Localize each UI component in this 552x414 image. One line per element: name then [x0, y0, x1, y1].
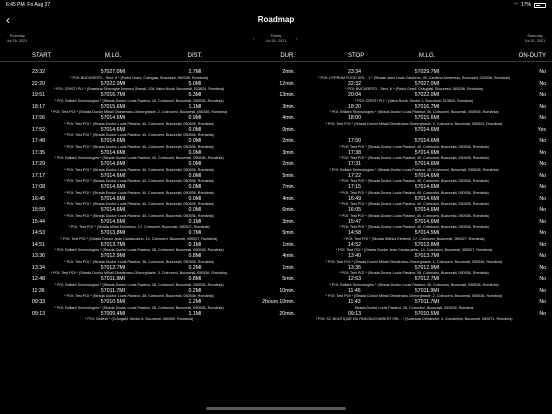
column-mileage: M.LG. — [104, 53, 122, 59]
column-on-duty: ON-DUTY — [518, 53, 546, 59]
column-start: START — [32, 53, 52, 59]
column-stop: STOP — [348, 53, 365, 59]
table-header: START M.LG. DIST. DUR. STOP M.LG. ON-DUT… — [0, 51, 552, 62]
next-day-button[interactable]: Saturday Jul 31, 2021 — [518, 34, 552, 44]
column-stop-mileage: M.LG. — [418, 53, 436, 59]
current-day: Friday Jul 30, 2021 — [265, 34, 287, 43]
wifi-icon: ◠ — [513, 2, 518, 8]
chevron-right-icon[interactable]: › — [296, 36, 298, 41]
home-indicator[interactable] — [206, 407, 346, 410]
battery-icon — [534, 2, 546, 8]
battery-percent: 17% — [520, 2, 531, 8]
status-right: ◠ 17% — [514, 2, 546, 8]
date-navigator: Thursday Jul 29, 2021 ‹ Friday Jul 30, 2… — [0, 32, 552, 46]
status-time: 6:45 PM Fri Aug 27 — [6, 2, 51, 8]
page-title: Roadmap — [257, 15, 295, 24]
chevron-left-icon[interactable]: ‹ — [253, 36, 255, 41]
status-bar: 6:45 PM Fri Aug 27 ◠ 17% — [0, 0, 552, 10]
column-distance: DIST. — [187, 53, 203, 59]
previous-day-button[interactable]: Thursday Jul 29, 2021 — [0, 34, 34, 44]
column-duration: DUR. — [280, 53, 295, 59]
nav-bar: ‹ Roadmap — [0, 10, 552, 30]
trip-row[interactable] — [0, 322, 552, 329]
trip-list: 23:32 57027.0MI 2.7MI 2min. 23:34 57029.7MI No… — [0, 64, 552, 329]
